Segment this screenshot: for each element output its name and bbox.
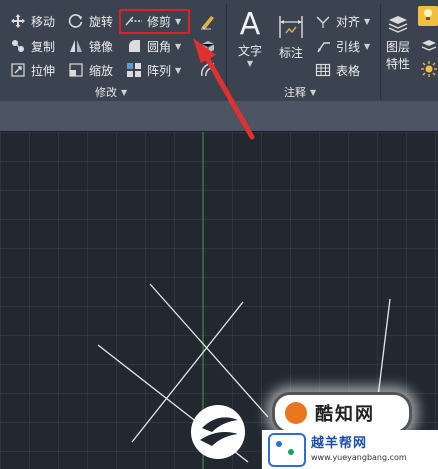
modify-group-expand-icon: ▼ — [121, 87, 128, 97]
table-label: 表格 — [336, 63, 361, 78]
swirl-logo — [188, 400, 248, 465]
copy-label: 复制 — [31, 39, 56, 54]
offset-icon — [199, 61, 217, 79]
layer-tool-button[interactable] — [420, 60, 438, 78]
leader-label: 引线 — [336, 39, 361, 54]
text-button[interactable]: A 文字 ▼ — [238, 7, 263, 69]
stretch-icon — [9, 61, 27, 79]
fillet-dropdown-icon[interactable]: ▼ — [175, 42, 181, 51]
mirror-label: 镜像 — [89, 39, 114, 54]
leader-icon — [314, 37, 332, 55]
layers-label-line1: 图层 — [385, 40, 410, 54]
mirror-button[interactable]: 镜像 — [67, 36, 113, 56]
stretch-label: 拉伸 — [31, 63, 56, 78]
site-watermark: 越羊帮网 www.yueyangbang.com — [262, 430, 438, 469]
annotation-group-label[interactable]: 注释 ▼ — [284, 84, 316, 100]
align-dropdown-icon[interactable]: ▼ — [364, 17, 370, 26]
site-url: www.yueyangbang.com — [311, 453, 407, 462]
layer-tool-button[interactable] — [420, 36, 438, 54]
copy-icon — [9, 37, 27, 55]
rotate-label: 旋转 — [89, 14, 114, 29]
mirror-icon — [67, 37, 85, 55]
dimension-icon — [277, 10, 305, 44]
dimension-label: 标注 — [278, 46, 303, 60]
rotate-button[interactable]: 旋转 — [67, 11, 113, 31]
align-label: 对齐 — [336, 14, 361, 29]
watermark-logo-icon — [285, 402, 307, 424]
fillet-label: 圆角 — [147, 39, 172, 54]
eraser-icon — [199, 12, 217, 30]
array-icon — [125, 61, 143, 79]
align-icon — [314, 12, 332, 30]
layer-state-button[interactable] — [418, 6, 438, 26]
site-name: 越羊帮网 — [311, 436, 368, 451]
stretch-button[interactable]: 拉伸 — [9, 60, 55, 80]
group-separator — [380, 4, 381, 100]
array-button[interactable]: 阵列 ▼ — [125, 60, 181, 80]
leader-dropdown-icon[interactable]: ▼ — [364, 42, 370, 51]
text-dropdown-icon: ▼ — [246, 59, 254, 68]
explode-button[interactable] — [199, 36, 221, 56]
move-label: 移动 — [31, 14, 56, 29]
offset-button[interactable] — [199, 60, 221, 80]
erase-button[interactable] — [199, 11, 221, 31]
align-button[interactable]: 对齐 ▼ — [314, 11, 370, 31]
text-icon: A — [239, 7, 261, 42]
scale-button[interactable]: 缩放 — [67, 60, 113, 80]
copy-button[interactable]: 复制 — [9, 36, 55, 56]
scale-label: 缩放 — [89, 63, 114, 78]
lightbulb-icon — [422, 8, 434, 25]
dimension-button[interactable]: 标注 — [277, 10, 305, 61]
text-label: 文字 — [238, 44, 263, 58]
group-separator — [226, 4, 227, 100]
layers-icon — [385, 10, 411, 38]
fillet-icon — [125, 37, 143, 55]
layer-sun-icon — [420, 61, 438, 81]
annotation-group-expand-icon: ▼ — [310, 87, 317, 97]
site-logo-icon — [268, 432, 306, 467]
table-icon — [314, 61, 332, 79]
move-button[interactable]: 移动 — [9, 11, 55, 31]
trim-highlight-box — [119, 9, 190, 34]
explode-icon — [199, 37, 217, 55]
rotate-icon — [67, 12, 85, 30]
layer-tool-icon — [420, 40, 438, 57]
table-button[interactable]: 表格 — [314, 60, 360, 80]
ribbon-panel: 移动 旋转 修剪 ▼ 复制 镜像 圆角 ▼ 拉伸 缩放 阵列 ▼ 修改 ▼ A … — [0, 0, 438, 102]
fillet-button[interactable]: 圆角 ▼ — [125, 36, 181, 56]
file-tab-bar — [0, 101, 438, 132]
array-dropdown-icon[interactable]: ▼ — [175, 66, 181, 75]
layers-label-line2: 特性 — [385, 57, 410, 71]
drawing-canvas[interactable]: 酷知网 越羊帮网 www.yueyangbang.com — [0, 132, 438, 469]
watermark-badge: 酷知网 — [272, 392, 412, 434]
scale-icon — [67, 61, 85, 79]
move-icon — [9, 12, 27, 30]
array-label: 阵列 — [147, 63, 172, 78]
layer-properties-button[interactable]: 图层 特性 — [385, 10, 411, 72]
leader-button[interactable]: 引线 ▼ — [314, 36, 370, 56]
modify-group-label[interactable]: 修改 ▼ — [95, 84, 127, 100]
watermark-badge-text: 酷知网 — [315, 404, 375, 425]
